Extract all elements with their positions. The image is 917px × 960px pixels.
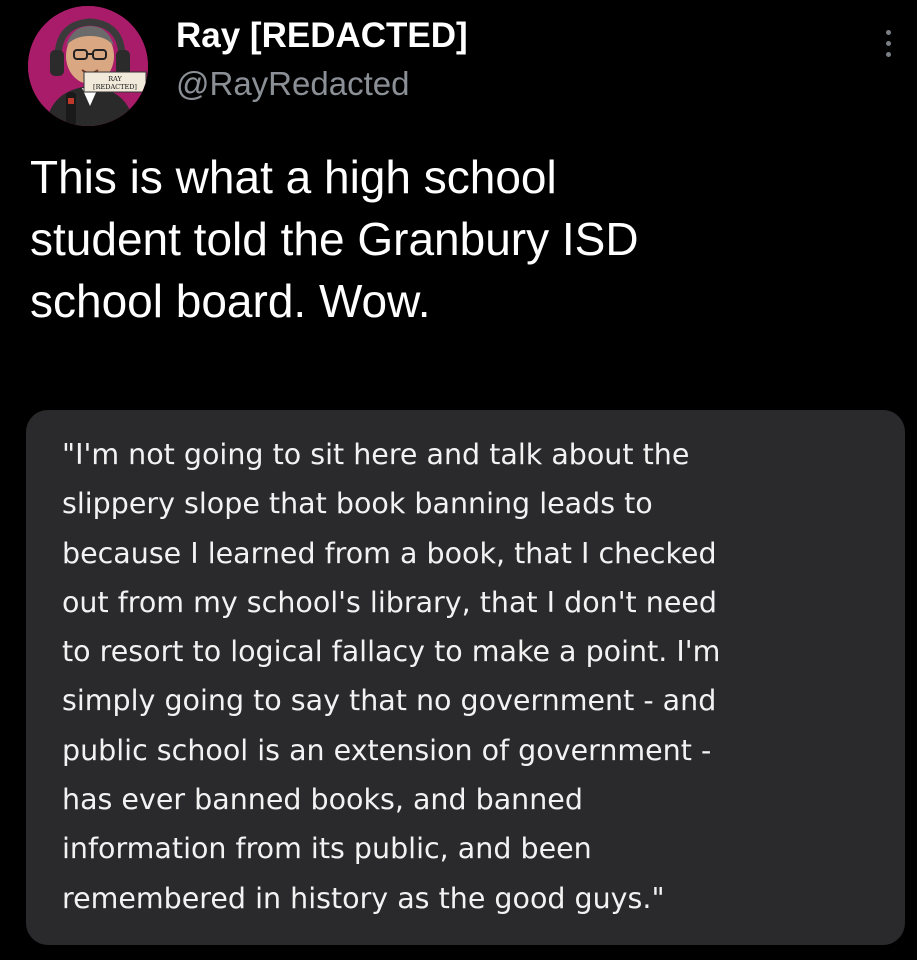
more-vertical-icon-dot <box>885 40 891 46</box>
tweet-text: This is what a high school student told … <box>30 151 639 327</box>
tweet-author: Ray [REDACTED] @RayRedacted <box>176 14 468 106</box>
author-handle[interactable]: @RayRedacted <box>176 62 468 106</box>
quote-text: "I'm not going to sit here and talk abou… <box>62 438 721 915</box>
avatar-image: RAY [REDACTED] <box>28 6 148 126</box>
more-vertical-icon-dot <box>885 51 891 57</box>
tweet: RAY [REDACTED] Ray [REDACTED] @RayRedact… <box>0 0 917 960</box>
more-options-button[interactable] <box>873 18 903 68</box>
avatar-badge-line1: RAY <box>108 75 122 83</box>
more-vertical-icon <box>885 29 891 35</box>
avatar-badge-line2-text: REDACTED <box>96 83 135 91</box>
attached-quote-image[interactable]: "I'm not going to sit here and talk abou… <box>26 410 905 945</box>
author-display-name[interactable]: Ray [REDACTED] <box>176 14 468 58</box>
avatar-badge-line2: [REDACTED] <box>93 83 137 91</box>
avatar[interactable]: RAY [REDACTED] <box>28 6 148 126</box>
